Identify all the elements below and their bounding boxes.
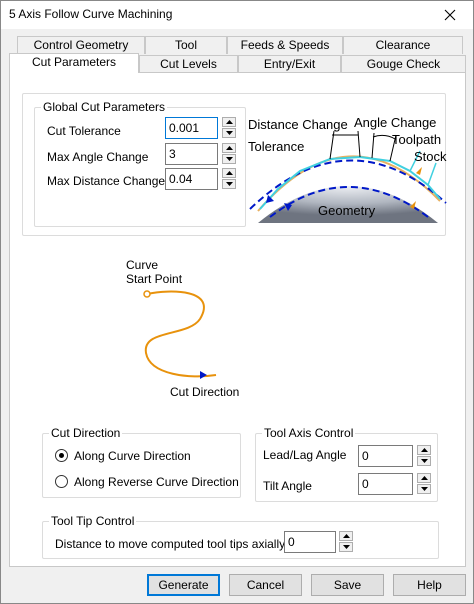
tool-tip-distance-field[interactable] xyxy=(285,532,335,552)
curve-diagram xyxy=(143,290,217,379)
window-title: 5 Axis Follow Curve Machining xyxy=(9,7,173,21)
spin-down-button[interactable] xyxy=(222,179,236,189)
geometry-label: Geometry xyxy=(318,203,376,218)
tilt-angle-input[interactable] xyxy=(358,473,413,495)
cut-tolerance-label: Cut Tolerance xyxy=(47,124,121,138)
max-angle-change-spinner[interactable] xyxy=(222,143,236,165)
tilt-angle-field[interactable] xyxy=(359,474,412,494)
tab-gouge-check[interactable]: Gouge Check xyxy=(341,55,466,73)
spin-down-button[interactable] xyxy=(339,542,353,552)
curve-path xyxy=(144,290,217,378)
direction-arrow-icon xyxy=(200,371,207,379)
up-arrow-icon xyxy=(225,146,233,150)
max-distance-change-input[interactable] xyxy=(165,168,218,190)
cut-direction-title: Cut Direction xyxy=(49,426,123,440)
up-arrow-icon xyxy=(420,448,428,452)
cut-direction-curve-label: Cut Direction xyxy=(170,385,240,399)
global-cut-parameters-title: Global Cut Parameters xyxy=(41,100,168,114)
cut-parameters-panel: Global Cut Parameters Cut Tolerance Max … xyxy=(9,72,466,567)
close-icon xyxy=(444,9,456,21)
spin-up-button[interactable] xyxy=(339,531,353,541)
tab-feeds-speeds[interactable]: Feeds & Speeds xyxy=(227,36,343,54)
max-distance-change-label: Max Distance Change xyxy=(47,174,166,188)
up-arrow-icon xyxy=(225,120,233,124)
tab-clearance[interactable]: Clearance xyxy=(343,36,463,54)
max-angle-change-input[interactable] xyxy=(165,143,218,165)
spin-up-button[interactable] xyxy=(222,143,236,153)
spin-up-button[interactable] xyxy=(222,168,236,178)
stock-arrow-icon xyxy=(416,167,422,175)
help-button[interactable]: Help xyxy=(393,574,466,596)
lead-lag-angle-label: Lead/Lag Angle xyxy=(263,448,347,462)
toolpath-label: Toolpath xyxy=(392,132,442,147)
down-arrow-icon xyxy=(225,131,233,135)
distance-change-label: Distance Change xyxy=(248,117,348,132)
stock-label: Stock xyxy=(414,149,447,164)
down-arrow-icon xyxy=(420,487,428,491)
down-arrow-icon xyxy=(342,545,350,549)
tab-cut-levels[interactable]: Cut Levels xyxy=(139,55,238,73)
up-arrow-icon xyxy=(225,171,233,175)
start-point-icon xyxy=(143,290,151,298)
title-bar: 5 Axis Follow Curve Machining xyxy=(1,1,473,29)
dialog-window: 5 Axis Follow Curve Machining Control Ge… xyxy=(0,0,474,604)
cancel-button[interactable]: Cancel xyxy=(229,574,302,596)
up-arrow-icon xyxy=(342,534,350,538)
lead-lag-angle-spinner[interactable] xyxy=(417,445,431,467)
cut-tolerance-field[interactable] xyxy=(166,118,217,138)
tool-tip-control-title: Tool Tip Control xyxy=(49,514,137,528)
down-arrow-icon xyxy=(225,157,233,161)
lead-lag-angle-field[interactable] xyxy=(359,446,412,466)
down-arrow-icon xyxy=(225,182,233,186)
spin-up-button[interactable] xyxy=(417,445,431,455)
curve-label: Curve xyxy=(126,258,159,272)
spin-down-button[interactable] xyxy=(417,456,431,466)
up-arrow-icon xyxy=(420,476,428,480)
max-distance-change-field[interactable] xyxy=(166,169,217,189)
tilt-angle-label: Tilt Angle xyxy=(263,479,312,493)
tool-tip-distance-spinner[interactable] xyxy=(339,531,353,553)
spin-down-button[interactable] xyxy=(222,128,236,138)
tolerance-label: Tolerance xyxy=(248,139,305,154)
max-angle-change-field[interactable] xyxy=(166,144,217,164)
spin-down-button[interactable] xyxy=(417,484,431,494)
spin-up-button[interactable] xyxy=(222,117,236,127)
tool-tip-distance-input[interactable] xyxy=(284,531,336,553)
start-point-label: Start Point xyxy=(126,272,183,286)
cut-tolerance-input[interactable] xyxy=(165,117,218,139)
tab-tool[interactable]: Tool xyxy=(145,36,227,54)
along-curve-direction-radio[interactable] xyxy=(55,449,68,462)
angle-change-label: Angle Change xyxy=(354,115,437,130)
generate-button[interactable]: Generate xyxy=(147,574,220,596)
spin-up-button[interactable] xyxy=(417,473,431,483)
cut-tolerance-spinner[interactable] xyxy=(222,117,236,139)
distance-marker xyxy=(357,130,361,158)
tool-axis-line xyxy=(427,162,437,186)
tool-axis-control-title: Tool Axis Control xyxy=(262,426,356,440)
along-reverse-curve-direction-label[interactable]: Along Reverse Curve Direction xyxy=(74,475,239,489)
tab-entry-exit[interactable]: Entry/Exit xyxy=(238,55,341,73)
lead-lag-angle-input[interactable] xyxy=(358,445,413,467)
tab-control-geometry[interactable]: Control Geometry xyxy=(17,36,145,54)
along-reverse-curve-direction-radio[interactable] xyxy=(55,475,68,488)
along-curve-direction-label[interactable]: Along Curve Direction xyxy=(74,449,191,463)
max-distance-change-spinner[interactable] xyxy=(222,168,236,190)
max-angle-change-label: Max Angle Change xyxy=(47,150,149,164)
spin-down-button[interactable] xyxy=(222,154,236,164)
down-arrow-icon xyxy=(420,459,428,463)
close-button[interactable] xyxy=(427,1,473,29)
tool-tip-distance-label: Distance to move computed tool tips axia… xyxy=(55,537,302,551)
tilt-angle-spinner[interactable] xyxy=(417,473,431,495)
tab-cut-parameters[interactable]: Cut Parameters xyxy=(9,53,139,73)
save-button[interactable]: Save xyxy=(311,574,384,596)
